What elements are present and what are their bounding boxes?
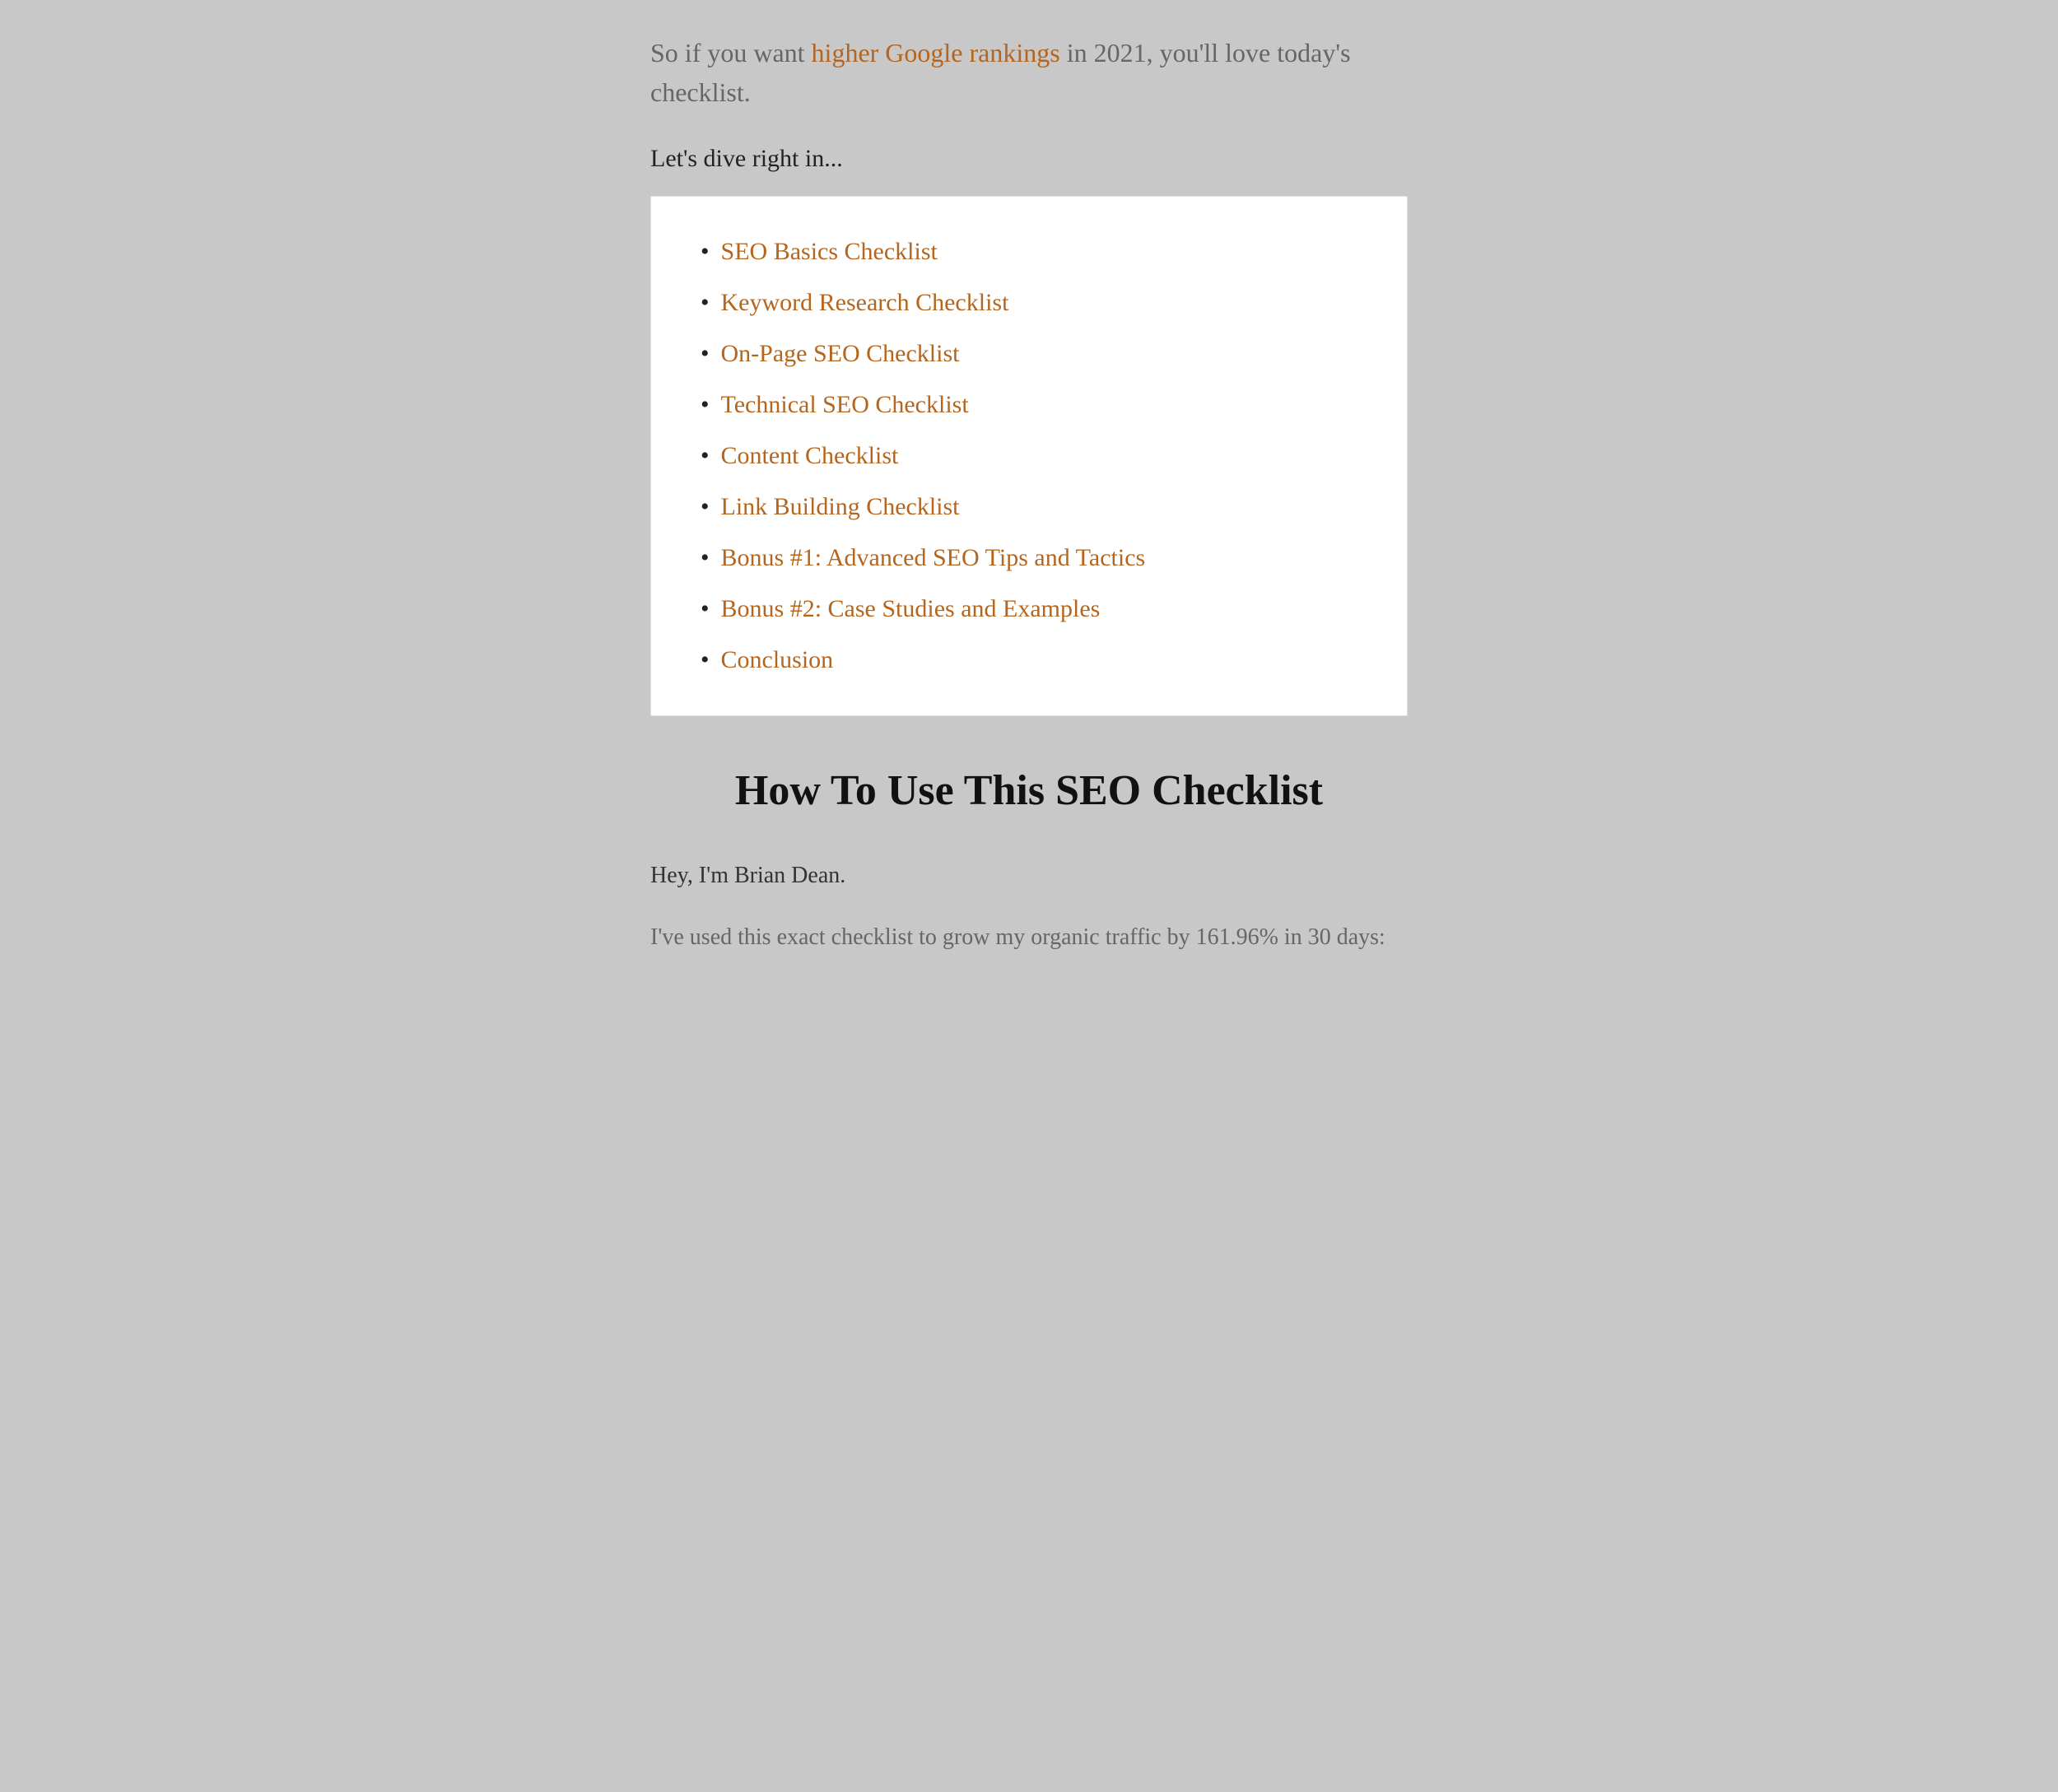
list-item: Technical SEO Checklist (701, 391, 1357, 419)
list-item: Keyword Research Checklist (701, 289, 1357, 317)
toc-link-seo-basics[interactable]: SEO Basics Checklist (721, 238, 938, 266)
toc-link-link-building[interactable]: Link Building Checklist (721, 493, 960, 521)
list-item: Conclusion (701, 646, 1357, 674)
list-item: Link Building Checklist (701, 493, 1357, 521)
toc-list: SEO Basics Checklist Keyword Research Ch… (701, 238, 1357, 674)
toc-link-technical-seo[interactable]: Technical SEO Checklist (721, 391, 969, 419)
list-item: Content Checklist (701, 442, 1357, 470)
higher-google-rankings-link[interactable]: higher Google rankings (812, 38, 1060, 67)
content-wrapper: So if you want higher Google rankings in… (650, 33, 1408, 1759)
toc-link-bonus-1[interactable]: Bonus #1: Advanced SEO Tips and Tactics (721, 544, 1146, 572)
toc-link-on-page-seo[interactable]: On-Page SEO Checklist (721, 340, 960, 368)
section-heading: How To Use This SEO Checklist (650, 766, 1408, 817)
list-item: SEO Basics Checklist (701, 238, 1357, 266)
toc-link-conclusion[interactable]: Conclusion (721, 646, 834, 674)
toc-link-keyword-research[interactable]: Keyword Research Checklist (721, 289, 1009, 317)
list-item: Bonus #2: Case Studies and Examples (701, 595, 1357, 623)
intro-text-before: So if you want (650, 38, 812, 67)
toc-link-content[interactable]: Content Checklist (721, 442, 899, 470)
description-text: I've used this exact checklist to grow m… (650, 919, 1408, 957)
list-item: On-Page SEO Checklist (701, 340, 1357, 368)
table-of-contents: SEO Basics Checklist Keyword Research Ch… (650, 196, 1408, 716)
greeting-text: Hey, I'm Brian Dean. (650, 858, 1408, 895)
dive-in-text: Let's dive right in... (650, 145, 1408, 173)
intro-paragraph: So if you want higher Google rankings in… (650, 33, 1408, 112)
list-item: Bonus #1: Advanced SEO Tips and Tactics (701, 544, 1357, 572)
toc-link-bonus-2[interactable]: Bonus #2: Case Studies and Examples (721, 595, 1101, 623)
